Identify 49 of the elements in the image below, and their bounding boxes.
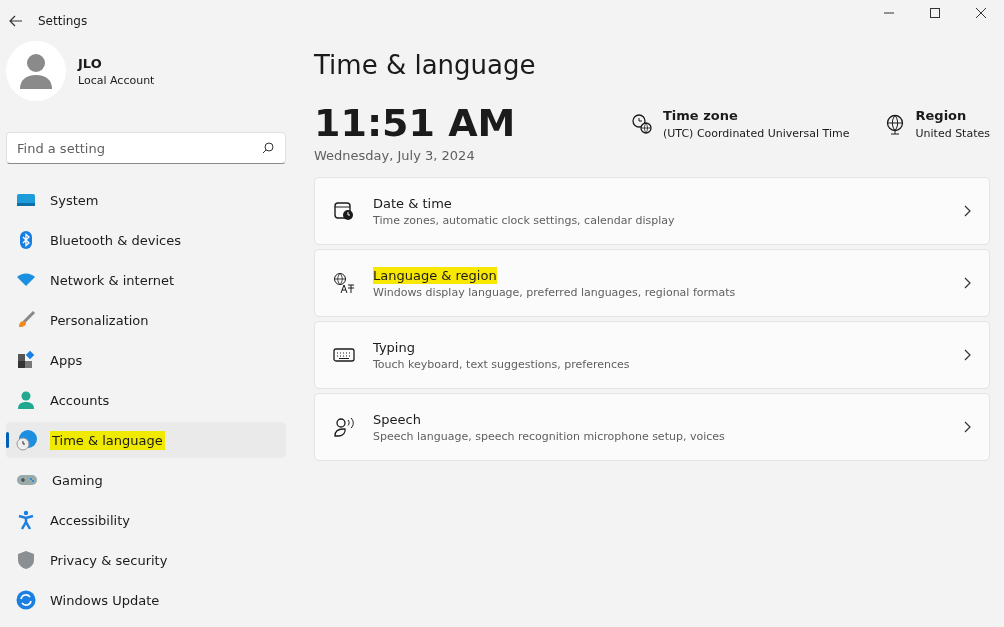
current-date: Wednesday, July 3, 2024: [314, 148, 476, 163]
chevron-right-icon: [963, 277, 971, 289]
sidebar-item[interactable]: Accessibility: [6, 502, 286, 538]
sidebar-item[interactable]: Bluetooth & devices: [6, 222, 286, 258]
window-title: Settings: [38, 14, 88, 28]
page-title: Time & language: [314, 50, 537, 80]
search-field[interactable]: Find a setting: [6, 132, 286, 164]
maximize-icon: [930, 8, 940, 18]
chevron-right-icon: [963, 349, 971, 361]
apps-icon: [16, 350, 36, 370]
current-time: 11:51 AM: [314, 104, 516, 142]
shield-icon: [16, 550, 36, 570]
sidebar-item[interactable]: Accounts: [6, 382, 286, 418]
sidebar-item[interactable]: Time & language: [6, 422, 286, 458]
sidebar-item[interactable]: System: [6, 182, 286, 218]
minimize-icon: [884, 12, 894, 14]
account-name: JLO: [78, 55, 103, 71]
settings-card[interactable]: Language & region Windows display language, preferred languages, regional formats: [314, 249, 990, 317]
info-value: (UTC) Coordinated Universal Time: [663, 127, 850, 140]
search-icon: [262, 142, 274, 154]
sidebar-item[interactable]: Apps: [6, 342, 286, 378]
info-label: Time zone: [663, 108, 739, 123]
sidebar-item[interactable]: Personalization: [6, 302, 286, 338]
settings-card[interactable]: Typing Touch keyboard, text suggestions, preferences: [314, 321, 990, 389]
settings-card[interactable]: Speech Speech language, speech recognition microphone setup, voices: [314, 393, 990, 461]
back-arrow-icon: [9, 15, 23, 27]
account-type: Local Account: [78, 73, 155, 87]
settings-card[interactable]: Date & time Time zones, automatic clock settings, calendar display: [314, 177, 990, 245]
back-button[interactable]: [8, 15, 24, 27]
person-silhouette-icon: [20, 53, 52, 89]
close-icon: [976, 8, 986, 18]
sidebar-item[interactable]: Gaming: [6, 462, 286, 498]
globe-clock-icon: [16, 429, 38, 451]
selection-indicator: [6, 432, 9, 448]
chevron-right-icon: [963, 421, 971, 433]
info-value: United States: [915, 127, 990, 140]
sidebar-item[interactable]: Network & internet: [6, 262, 286, 298]
info-label: Region: [915, 108, 968, 123]
speech-icon: [333, 416, 355, 438]
clock-globe-icon: [631, 113, 653, 135]
paintbrush-icon: [16, 310, 36, 330]
person-icon: [16, 390, 36, 410]
sidebar-item[interactable]: Privacy & security: [6, 542, 286, 578]
sync-icon: [16, 590, 36, 610]
sidebar-item[interactable]: Windows Update: [6, 582, 286, 618]
chevron-right-icon: [963, 205, 971, 217]
calendar-clock-icon: [333, 200, 355, 222]
language-icon: [333, 272, 355, 294]
accessibility-icon: [16, 510, 36, 530]
